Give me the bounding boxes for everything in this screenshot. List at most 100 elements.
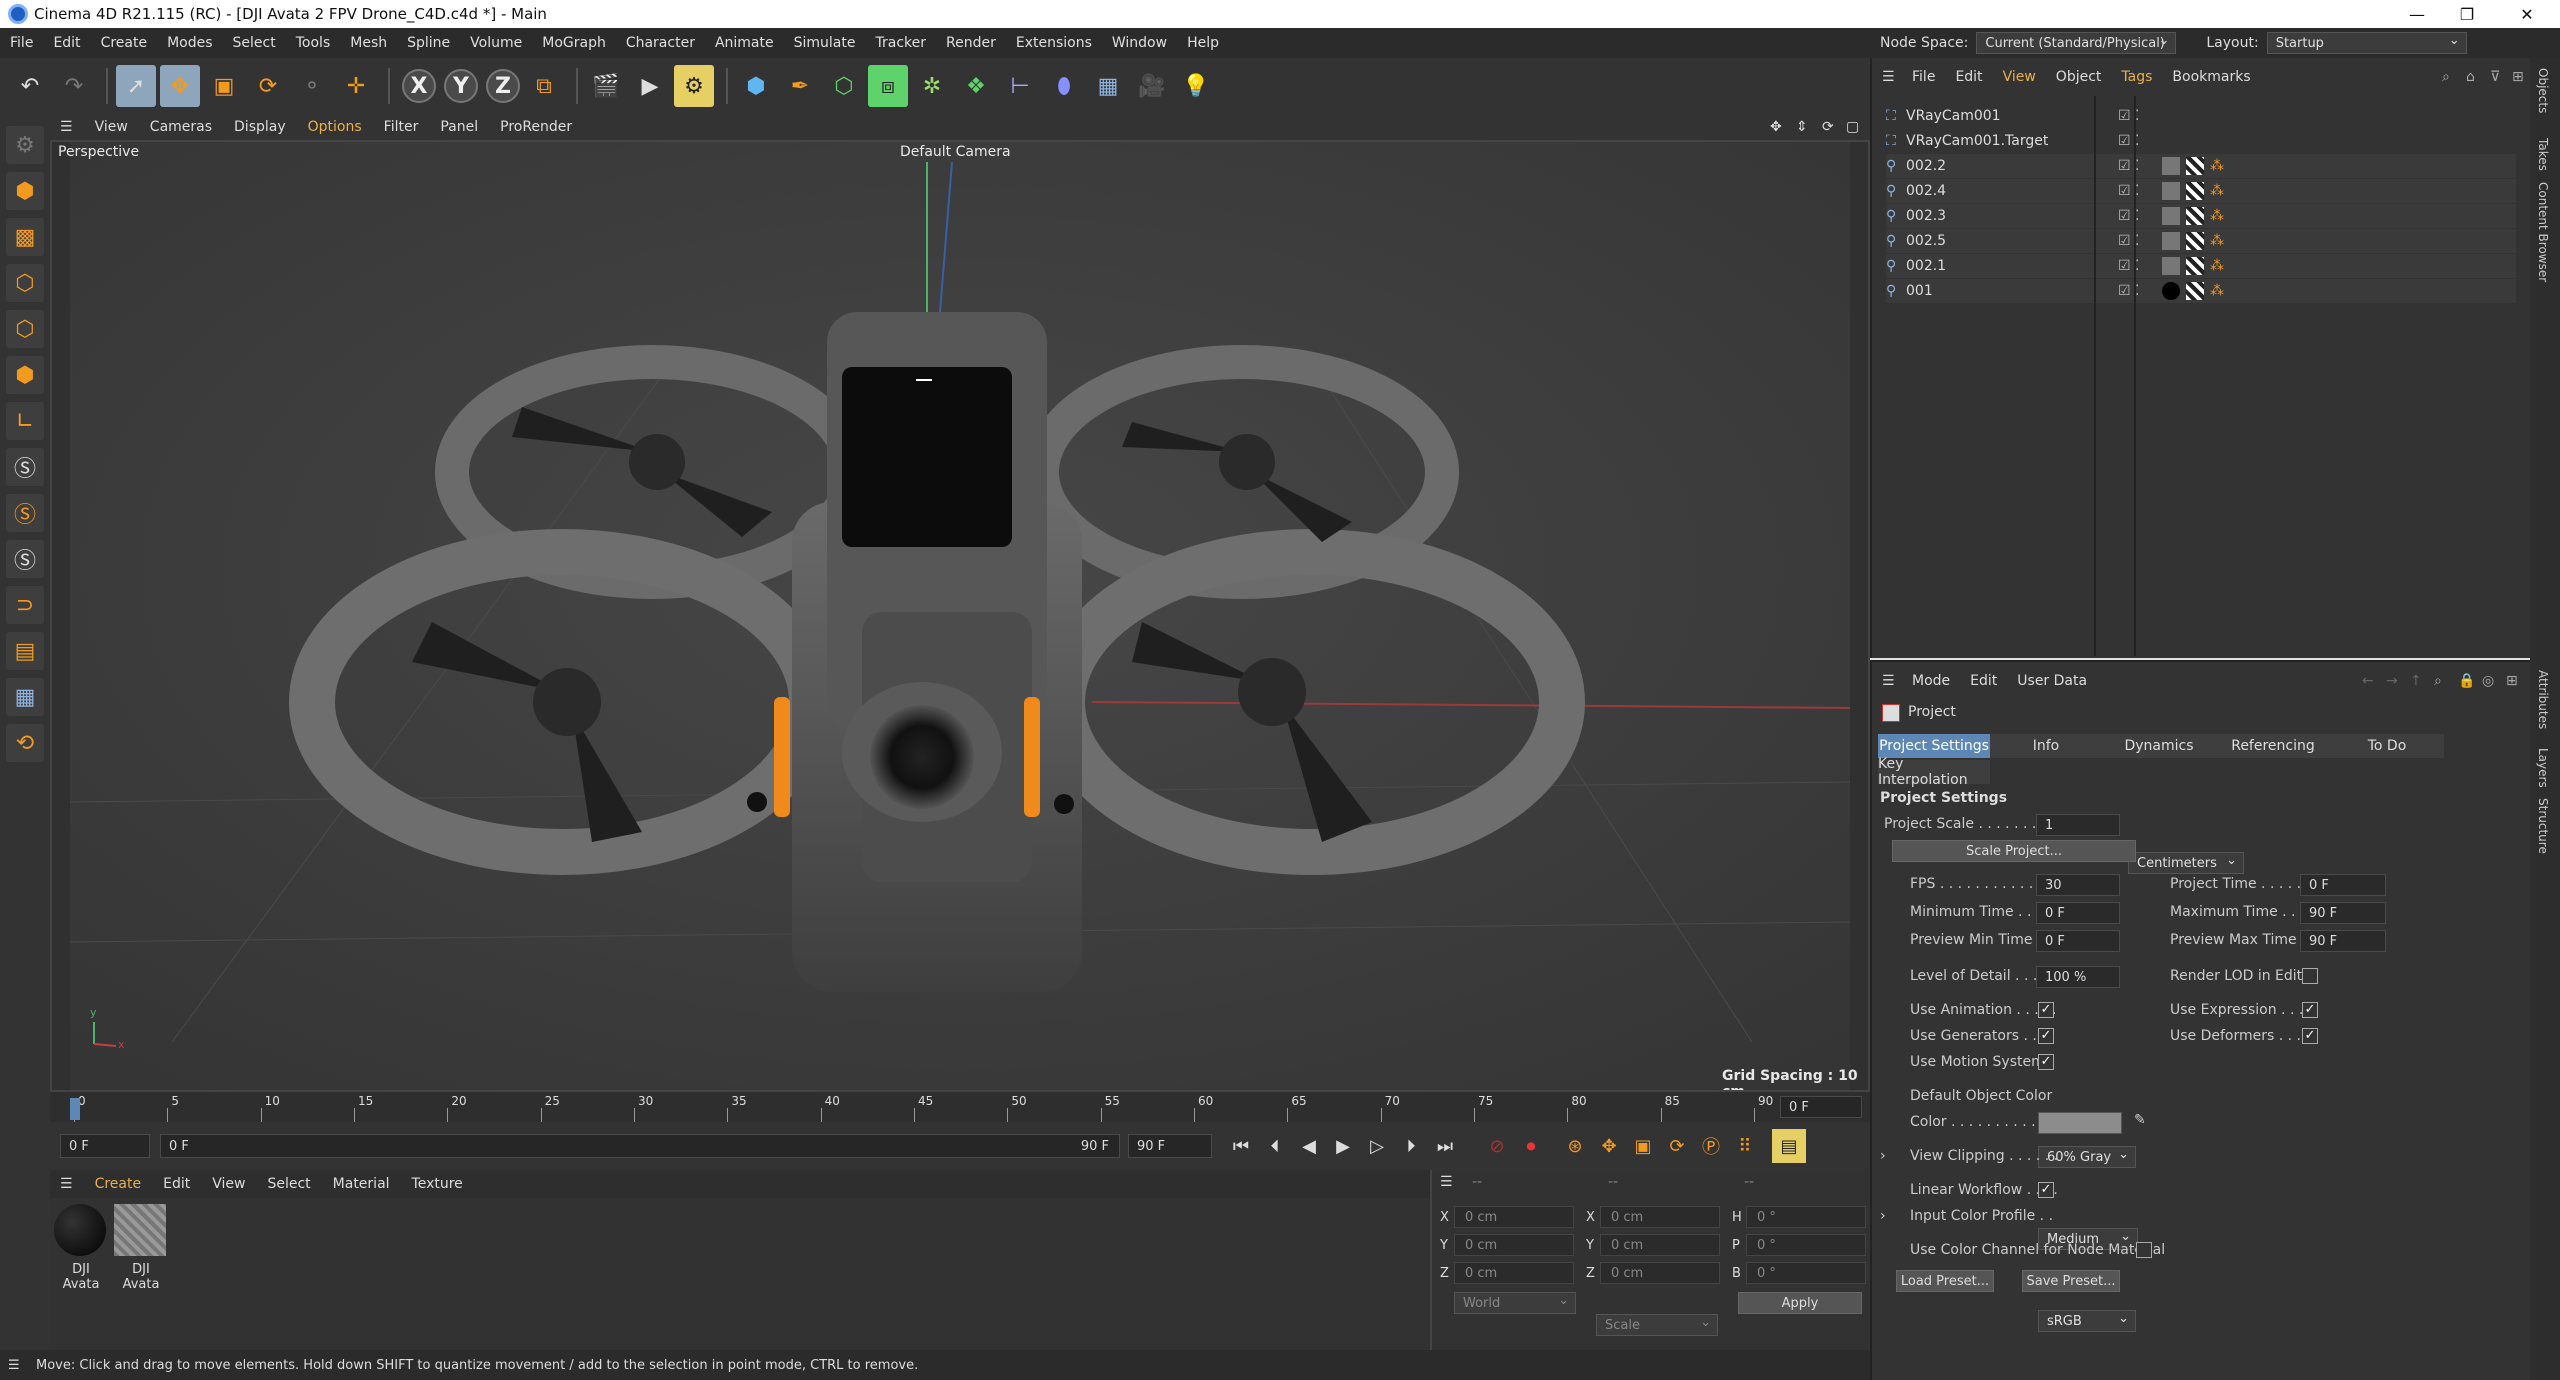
record-disabled-icon[interactable]: ⊘ (1480, 1129, 1514, 1163)
expand-arrow-icon[interactable]: › (1880, 1148, 1886, 1164)
transform-icon[interactable]: ✛ (336, 65, 376, 107)
camera-icon[interactable]: 🎥 (1132, 65, 1172, 107)
target-icon[interactable]: ◎ (2482, 673, 2494, 689)
tag-icon[interactable]: ⬮ (1044, 65, 1084, 107)
viewport-rotate-icon[interactable]: ⟳ (1822, 119, 1834, 135)
use-animation-checkbox[interactable]: ✓ (2038, 1002, 2054, 1018)
project-time-field[interactable]: 0 F (2300, 874, 2386, 896)
object-row[interactable]: ⚲ 002.3 ☑ ⁚ ⁂ (1886, 204, 2516, 228)
menu-character[interactable]: Character (626, 35, 695, 51)
play-icon[interactable]: ▶ (1326, 1129, 1360, 1163)
menu-window[interactable]: Window (1112, 35, 1167, 51)
texture-tag-icon[interactable] (2186, 182, 2204, 200)
menu-simulate[interactable]: Simulate (794, 35, 856, 51)
object-home-icon[interactable]: ⌂ (2466, 69, 2475, 85)
object-name[interactable]: 002.4 (1906, 183, 2056, 199)
material-tag-icon[interactable] (2162, 157, 2180, 175)
object-menu-view[interactable]: View (2003, 69, 2036, 85)
size-y-field[interactable]: 0 cm (1600, 1234, 1720, 1256)
object-menu-icon[interactable]: ☰ (1882, 69, 1895, 85)
rotation-h-field[interactable]: 0 ° (1746, 1206, 1866, 1228)
unit-dropdown[interactable]: Centimeters (2128, 852, 2244, 874)
viewport-menu-prorender[interactable]: ProRender (500, 119, 572, 135)
prev-frame-icon[interactable]: ◀ (1292, 1129, 1326, 1163)
coords-menu-icon[interactable]: ☰ (1440, 1174, 1453, 1190)
scale-project-button[interactable]: Scale Project... (1892, 840, 2136, 862)
tab-project-settings[interactable]: Project Settings (1878, 734, 1990, 758)
visibility-toggle-icon[interactable]: ☑ ⁚ (2118, 233, 2139, 249)
lod-field[interactable]: 100 % (2036, 966, 2120, 988)
material-tag-icon[interactable] (2162, 257, 2180, 275)
viewport-zoom-icon[interactable]: ⇕ (1796, 119, 1808, 135)
menu-modes[interactable]: Modes (167, 35, 212, 51)
menu-render[interactable]: Render (946, 35, 996, 51)
menu-select[interactable]: Select (233, 35, 276, 51)
attribute-menu-mode[interactable]: Mode (1912, 673, 1950, 689)
texture-tag-icon[interactable] (2186, 282, 2204, 300)
redo-icon[interactable]: ↷ (54, 65, 94, 107)
object-row[interactable]: ⛶ VRayCam001.Target ☑ ⁚ (1886, 129, 2516, 153)
status-menu-icon[interactable]: ☰ (8, 1358, 20, 1373)
use-deformers-checkbox[interactable]: ✓ (2302, 1028, 2318, 1044)
light-icon[interactable]: 💡 (1176, 65, 1216, 107)
menu-tracker[interactable]: Tracker (875, 35, 926, 51)
viewport-menu-options[interactable]: Options (308, 119, 362, 135)
object-filter-icon[interactable]: ⊽ (2490, 69, 2500, 85)
side-tab-structure[interactable]: Structure (2536, 798, 2550, 854)
texture-tag-icon[interactable] (2186, 257, 2204, 275)
expand-arrow-icon[interactable]: › (1880, 1208, 1886, 1224)
object-row[interactable]: ⚲ 002.1 ☑ ⁚ ⁂ (1886, 254, 2516, 278)
texture-tag-icon[interactable] (2186, 232, 2204, 250)
tab-info[interactable]: Info (1990, 734, 2102, 758)
next-frame-icon[interactable]: ▷ (1360, 1129, 1394, 1163)
menu-file[interactable]: File (10, 35, 33, 51)
visibility-toggle-icon[interactable]: ☑ ⁚ (2118, 108, 2139, 124)
menu-create[interactable]: Create (101, 35, 148, 51)
node-material-checbox[interactable] (2136, 1242, 2152, 1258)
side-tab-content-browser[interactable]: Content Browser (2536, 182, 2550, 282)
material-menu-material[interactable]: Material (333, 1176, 390, 1192)
undo-icon[interactable]: ↶ (10, 65, 50, 107)
planar-workplane-icon[interactable]: ⟲ (6, 724, 44, 762)
menu-volume[interactable]: Volume (470, 35, 522, 51)
pen-spline-icon[interactable]: ✒ (780, 65, 820, 107)
vray-tag-icon[interactable]: ⁂ (2210, 258, 2224, 274)
menu-animate[interactable]: Animate (715, 35, 774, 51)
material-menu-select[interactable]: Select (267, 1176, 310, 1192)
attribute-menu-icon[interactable]: ☰ (1882, 673, 1895, 689)
start-frame-field[interactable]: 0 F (60, 1134, 150, 1158)
object-menu-edit[interactable]: Edit (1955, 69, 1982, 85)
menu-mesh[interactable]: Mesh (350, 35, 387, 51)
vray-tag-icon[interactable]: ⁂ (2210, 283, 2224, 299)
make-editable-icon[interactable]: ⚙ (6, 126, 44, 164)
load-preset-button[interactable]: Load Preset... (1896, 1270, 1994, 1292)
visibility-toggle-icon[interactable]: ☑ ⁚ (2118, 133, 2139, 149)
lock-icon[interactable]: 🔒 (2458, 673, 2475, 689)
key-rotation-icon[interactable]: ⟳ (1660, 1129, 1694, 1163)
material-item[interactable]: DJI Avata (54, 1204, 108, 1292)
eyedropper-icon[interactable]: ✎ (2134, 1112, 2146, 1128)
axis-mode-icon[interactable]: ∟ (6, 402, 44, 440)
vray-tag-icon[interactable]: ⁂ (2210, 233, 2224, 249)
menu-mograph[interactable]: MoGraph (542, 35, 606, 51)
render-lod-checkbox[interactable] (2302, 968, 2318, 984)
visibility-toggle-icon[interactable]: ☑ ⁚ (2118, 258, 2139, 274)
object-name[interactable]: VRayCam001.Target (1906, 133, 2056, 149)
key-pla-icon[interactable]: ⠿ (1728, 1129, 1762, 1163)
object-new-view-icon[interactable]: ⊞ (2512, 69, 2524, 85)
model-mode-icon[interactable]: ⬢ (6, 172, 44, 210)
close-button[interactable]: ✕ (2504, 0, 2550, 28)
object-row[interactable]: ⚲ 002.5 ☑ ⁚ ⁂ (1886, 229, 2516, 253)
visibility-toggle-icon[interactable]: ☑ ⁚ (2118, 208, 2139, 224)
object-menu-file[interactable]: File (1912, 69, 1935, 85)
viewport-menu-view[interactable]: View (95, 119, 128, 135)
prev-key-icon[interactable]: ⏴ (1258, 1129, 1292, 1163)
deformer-icon[interactable]: ⊢ (1000, 65, 1040, 107)
subdivision-icon[interactable]: ⬡ (824, 65, 864, 107)
object-row[interactable]: ⚲ 002.4 ☑ ⁚ ⁂ (1886, 179, 2516, 203)
key-param-icon[interactable]: Ⓟ (1694, 1129, 1728, 1163)
points-mode-icon[interactable]: ⬡ (6, 264, 44, 302)
up-arrow-icon[interactable]: ↑ (2410, 673, 2422, 689)
material-tag-icon[interactable] (2162, 207, 2180, 225)
object-name[interactable]: VRayCam001 (1906, 108, 2056, 124)
